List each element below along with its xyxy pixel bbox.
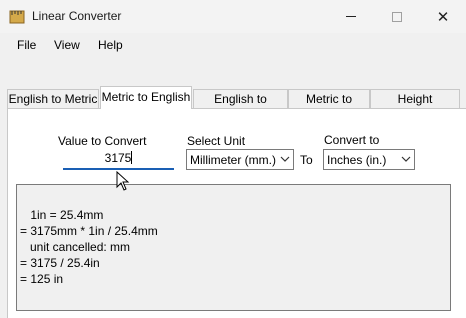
to-label: To xyxy=(300,153,313,167)
window-title: Linear Converter xyxy=(32,9,122,23)
convert-to-label: Convert to xyxy=(324,133,380,147)
tab-metric-to-metric[interactable]: Metric to Metric xyxy=(288,89,370,120)
minimize-button[interactable] xyxy=(328,0,374,33)
chevron-down-icon xyxy=(280,156,290,162)
convert-to-dropdown[interactable]: Inches (in.) xyxy=(323,149,415,170)
tab-english-to-english[interactable]: English to English xyxy=(193,89,288,120)
maximize-icon xyxy=(392,11,402,22)
value-input[interactable]: 3175 xyxy=(63,149,174,170)
menu-file[interactable]: File xyxy=(17,38,36,52)
select-unit-value: Millimeter (mm.) xyxy=(190,153,276,167)
tab-metric-to-english[interactable]: Metric to English xyxy=(100,86,192,109)
text-caret xyxy=(131,151,133,164)
value-to-convert-label: Value to Convert xyxy=(58,134,147,148)
tab-strip: English to Metric Metric to English Engl… xyxy=(5,86,466,120)
mouse-pointer-icon xyxy=(116,171,130,191)
ruler-icon xyxy=(9,10,25,24)
result-line: = 125 in xyxy=(20,272,64,286)
tab-height-converter[interactable]: Height Converter xyxy=(370,89,460,120)
menu-view[interactable]: View xyxy=(54,38,80,52)
menu-bar: File View Help xyxy=(0,33,466,55)
close-button[interactable]: ✕ xyxy=(420,0,466,33)
convert-to-value: Inches (in.) xyxy=(327,153,387,167)
select-unit-label: Select Unit xyxy=(187,134,246,148)
minimize-icon xyxy=(346,16,356,17)
chevron-down-icon xyxy=(401,156,411,162)
result-line: = 3175mm * 1in / 25.4mm xyxy=(20,224,158,238)
result-line: = 3175 / 25.4in xyxy=(20,256,100,270)
close-icon: ✕ xyxy=(436,8,450,26)
tab-english-to-metric[interactable]: English to Metric xyxy=(7,89,99,108)
menu-help[interactable]: Help xyxy=(98,38,123,52)
result-line: unit cancelled: mm xyxy=(20,240,131,254)
select-unit-dropdown[interactable]: Millimeter (mm.) xyxy=(186,149,294,170)
value-text: 3175 xyxy=(104,151,132,165)
result-line: 1in = 25.4mm xyxy=(17,208,104,222)
title-bar: Linear Converter ✕ xyxy=(0,0,466,33)
result-output: 1in = 25.4mm = 3175mm * 1in / 25.4mm uni… xyxy=(16,184,451,311)
maximize-button[interactable] xyxy=(374,0,420,33)
